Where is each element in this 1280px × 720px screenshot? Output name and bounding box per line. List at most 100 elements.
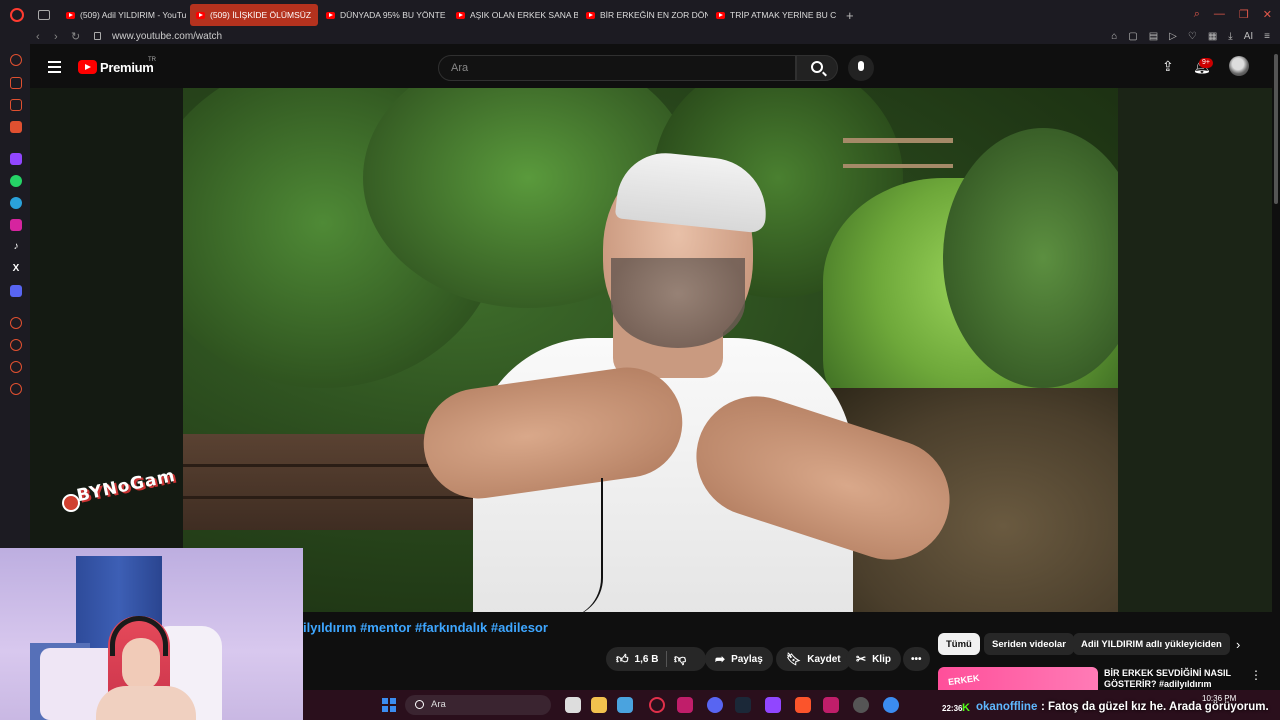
url-field[interactable]: www.youtube.com/watch [112, 30, 222, 44]
voice-search-button[interactable] [848, 55, 874, 81]
youtube-favicon-icon [326, 11, 335, 19]
search-tabs-icon[interactable]: ⌕ [1194, 8, 1200, 21]
obs-icon[interactable] [853, 697, 869, 713]
aria-icon[interactable] [10, 54, 22, 66]
chat-text: : Fatoş da güzel kız he. Arada görüyorum… [1041, 701, 1269, 713]
brave-icon[interactable] [795, 697, 811, 713]
new-tab-button[interactable]: + [846, 8, 854, 23]
tab-active[interactable]: (509) İLİŞKİDE ÖLÜMSÜZ [190, 4, 318, 26]
games-icon[interactable] [10, 99, 22, 111]
microphone-icon [858, 61, 864, 71]
video-title-hashtags[interactable]: ilyıldırım #mentor #farkındalık #adileso… [303, 620, 548, 635]
twitch-taskbar-icon[interactable] [765, 697, 781, 713]
youtube-favicon-icon [716, 11, 725, 19]
menu-icon[interactable]: ≡ [1264, 30, 1270, 44]
wallet-icon[interactable]: ▦ [1208, 30, 1217, 44]
crypto-wallet-icon[interactable] [10, 77, 22, 89]
youtube-favicon-icon [196, 11, 205, 19]
more-actions-button[interactable]: ••• [903, 647, 930, 671]
bynogame-logo: BYNoGam [58, 462, 188, 522]
tab[interactable]: AŞIK OLAN ERKEK SANA B [450, 4, 578, 26]
menu-hamburger-icon[interactable] [48, 61, 61, 76]
back-icon[interactable]: ‹ [36, 30, 40, 44]
x-twitter-icon[interactable]: X [10, 263, 22, 275]
settings-icon[interactable] [10, 383, 22, 395]
tab-strip: (509) Adil YILDIRIM - YouTu (509) İLİŞKİ… [60, 4, 840, 26]
player-sidebar-icon[interactable] [10, 317, 22, 329]
address-bar: ‹ › ↻ www.youtube.com/watch ⌂ ▢ ▤ ▷ ♡ ▦ … [0, 30, 1280, 44]
share-button[interactable]: ➦ Paylaş [705, 647, 773, 671]
extensions-icon[interactable]: ▤ [1149, 30, 1158, 44]
search-button[interactable] [796, 55, 838, 81]
app-icon[interactable] [823, 697, 839, 713]
history-icon[interactable] [10, 339, 22, 351]
search-icon [415, 700, 424, 709]
youtube-premium-logo[interactable]: Premium [100, 60, 154, 75]
tab-islands-icon[interactable] [38, 10, 50, 20]
twitch-icon[interactable] [10, 153, 22, 165]
reload-icon[interactable]: ↻ [71, 30, 80, 44]
discord-taskbar-icon[interactable] [707, 697, 723, 713]
avatar[interactable] [1229, 56, 1249, 76]
like-dislike-group: 👍︎ 1,6 B 👎︎ [606, 647, 706, 671]
minimize-icon[interactable]: — [1214, 8, 1225, 21]
close-icon[interactable]: ✕ [1263, 8, 1272, 21]
scrollbar-thumb[interactable] [1274, 54, 1278, 204]
app-icon[interactable] [617, 697, 633, 713]
opera-logo-icon[interactable] [10, 8, 24, 22]
tab[interactable]: DÜNYADA 95% BU YÖNTE [320, 4, 448, 26]
clip-button[interactable]: ✂ Klip [846, 647, 901, 671]
kick-badge-icon: K [962, 702, 970, 714]
chip-all[interactable]: Tümü [938, 633, 980, 655]
opera-gx-icon[interactable] [10, 121, 22, 133]
pin-icon[interactable]: ⌂ [1111, 30, 1117, 44]
taskbar-search[interactable]: Ara [405, 695, 551, 715]
app-icon[interactable] [677, 697, 693, 713]
create-upload-icon[interactable]: ⇪ [1162, 58, 1174, 75]
opera-gx-taskbar-icon[interactable] [649, 697, 665, 713]
country-code: TR [148, 57, 156, 63]
dislike-icon[interactable]: 👎︎ [674, 652, 686, 667]
chip-series-videos[interactable]: Seriden videolar [984, 633, 1074, 655]
tiktok-icon[interactable]: ♪ [10, 241, 22, 253]
tab[interactable]: (509) Adil YILDIRIM - YouTu [60, 4, 188, 26]
aria-ai-button[interactable]: AI [1244, 30, 1253, 44]
more-vert-icon[interactable]: ⋮ [1250, 668, 1262, 682]
chevron-right-icon[interactable]: › [1236, 637, 1240, 652]
discord-icon[interactable] [10, 285, 22, 297]
recommended-title[interactable]: BİR ERKEK SEVDİĞİNİ NASIL GÖSTERİR? #adi… [1104, 668, 1239, 690]
tab[interactable]: TRİP ATMAK YERİNE BU C [710, 4, 838, 26]
share-icon: ➦ [715, 652, 726, 666]
maximize-icon[interactable]: ❐ [1239, 8, 1249, 21]
settings-taskbar-icon[interactable] [883, 697, 899, 713]
bookmark-icon: 🔖︎ [786, 652, 802, 666]
windows-start-icon[interactable] [382, 698, 396, 712]
taskbar-search-label: Ara [431, 699, 446, 710]
tab[interactable]: BİR ERKEĞİN EN ZOR DÖN [580, 4, 708, 26]
like-icon[interactable]: 👍︎ [616, 652, 629, 667]
instagram-icon[interactable] [10, 219, 22, 231]
telegram-icon[interactable] [10, 197, 22, 209]
like-count[interactable]: 1,6 B [635, 654, 659, 665]
heart-icon[interactable]: ♡ [1188, 30, 1197, 44]
search-input[interactable]: Ara [438, 55, 796, 81]
chip-from-uploader[interactable]: Adil YILDIRIM adlı yükleyiciden [1073, 633, 1230, 655]
video-player[interactable]: A [183, 88, 1118, 612]
browser-sidebar: ♪ X [0, 44, 30, 548]
download-icon[interactable]: ⤓ [1228, 30, 1232, 44]
steam-icon[interactable] [735, 697, 751, 713]
thumbnail-text: ERKEK [947, 672, 981, 688]
player-icon[interactable]: ▷ [1169, 30, 1177, 44]
snapshot-icon[interactable]: ▢ [1128, 30, 1137, 44]
page-scrollbar[interactable] [1272, 44, 1280, 714]
task-view-icon[interactable] [565, 697, 581, 713]
file-explorer-icon[interactable] [591, 697, 607, 713]
extensions-sidebar-icon[interactable] [10, 361, 22, 373]
save-button[interactable]: 🔖︎ Kaydet [776, 647, 851, 671]
search-placeholder: Ara [451, 62, 469, 74]
whatsapp-icon[interactable] [10, 175, 22, 187]
youtube-logo-icon[interactable] [78, 60, 97, 74]
forward-icon[interactable]: › [54, 30, 58, 44]
notification-badge: 9+ [1199, 58, 1213, 68]
youtube-favicon-icon [456, 11, 465, 19]
